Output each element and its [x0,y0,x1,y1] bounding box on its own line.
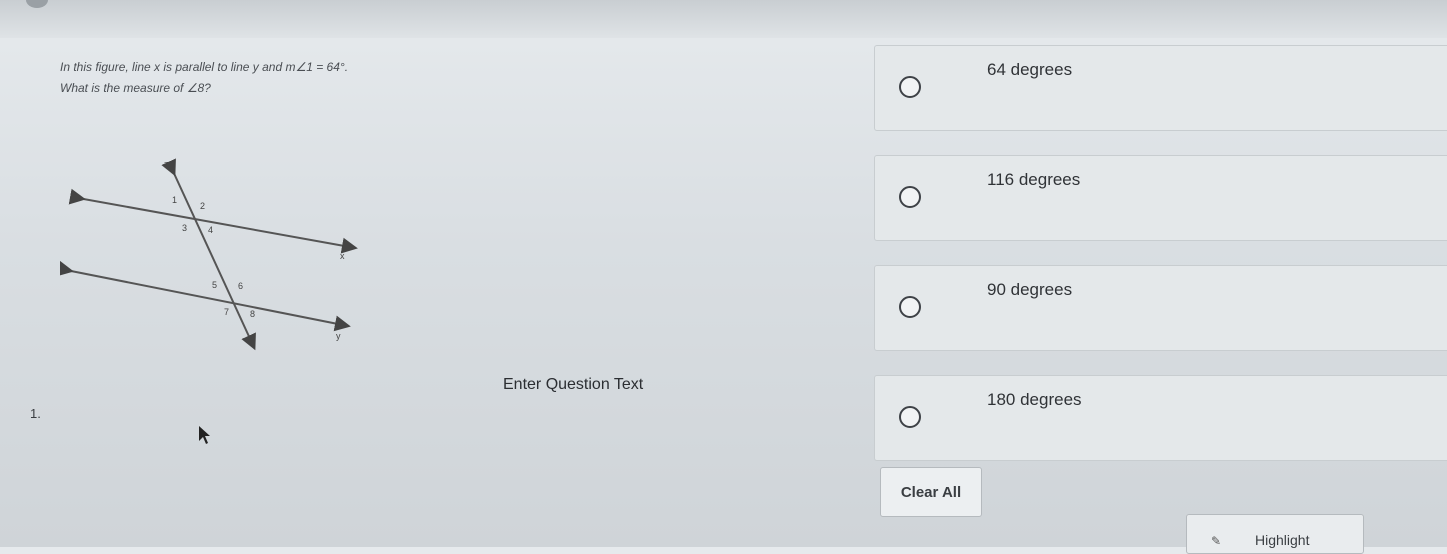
radio-circle-icon[interactable] [899,406,921,428]
answer-option-4[interactable]: 180 degrees [874,375,1447,461]
answer-option-1[interactable]: 64 degrees [874,45,1447,131]
question-number: 1. [30,406,41,421]
line-y [60,260,351,332]
answer-options: 64 degrees 116 degrees 90 degrees 180 de… [874,45,1447,485]
highlight-button-label: Highlight [1255,532,1310,548]
answer-option-2[interactable]: 116 degrees [874,155,1447,241]
app-logo-icon [26,0,48,8]
highlight-button[interactable]: ✎ Highlight [1186,514,1364,554]
label-6: 6 [238,281,243,291]
clear-all-button[interactable]: Clear All [880,467,982,517]
answer-option-3[interactable]: 90 degrees [874,265,1447,351]
radio-circle-icon[interactable] [899,186,921,208]
answer-option-label: 64 degrees [987,60,1073,79]
pencil-icon: ✎ [1211,534,1222,548]
label-1: 1 [172,195,177,205]
label-2: 2 [200,201,205,211]
answer-option-label: 180 degrees [987,390,1082,409]
parallel-lines-figure: z 1 2 3 4 x 5 6 7 8 y [60,158,358,351]
label-7: 7 [224,307,229,317]
question-line-2: What is the measure of ∠8? [60,81,211,95]
question-text-placeholder[interactable]: Enter Question Text [503,376,643,394]
radio-circle-icon[interactable] [899,76,921,98]
label-4: 4 [208,225,213,235]
label-y: y [336,331,341,341]
label-x: x [340,251,345,261]
question-line-1: In this figure, line x is parallel to li… [60,60,349,74]
transversal-z [161,158,256,351]
label-z: z [164,159,169,169]
label-5: 5 [212,280,217,290]
line-x [68,188,358,254]
label-3: 3 [182,223,187,233]
radio-circle-icon[interactable] [899,296,921,318]
answer-option-label: 116 degrees [987,170,1081,189]
answer-option-label: 90 degrees [987,280,1073,299]
label-8: 8 [250,309,255,319]
top-bar [0,0,1447,38]
question-stem: In this figure, line x is parallel to li… [60,57,480,99]
mouse-pointer-icon [199,426,210,444]
